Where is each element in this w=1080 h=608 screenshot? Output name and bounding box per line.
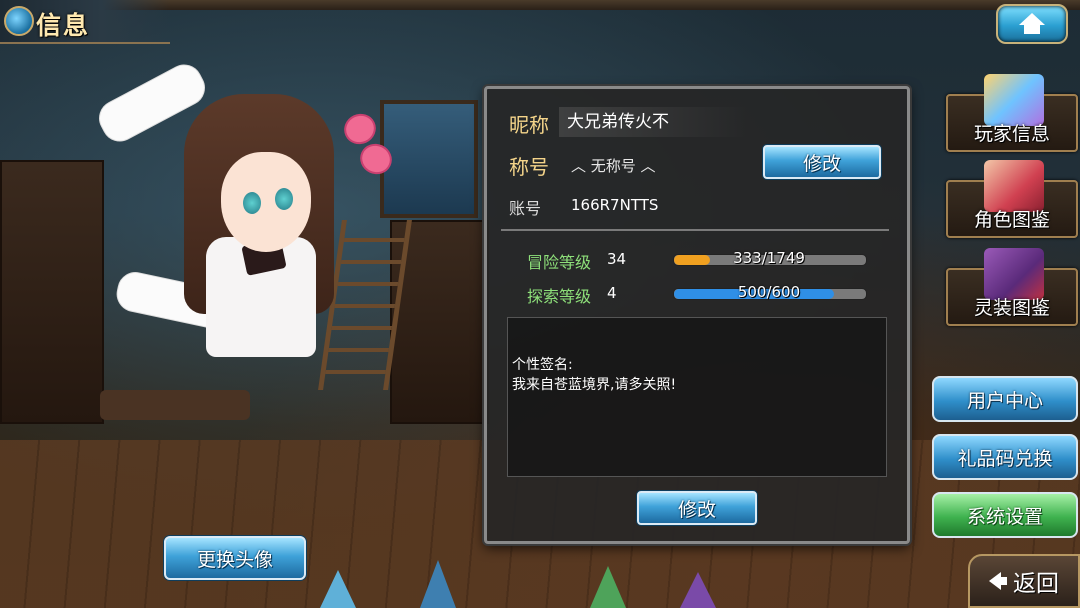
equipment-gallery-tab[interactable]: 灵装图鉴 — [946, 248, 1078, 326]
title-label: 称号 — [509, 155, 549, 179]
character-hair-bow — [344, 114, 394, 174]
character-face — [221, 152, 311, 252]
nickname-value: 大兄弟传火不 — [567, 112, 669, 132]
background-table — [100, 390, 250, 420]
gem-icon — [4, 6, 34, 36]
back-button[interactable]: 返回 — [968, 554, 1080, 608]
edit-title-button[interactable]: 修改 — [763, 145, 881, 179]
title-value: ︿ 无称号 ︿ — [571, 157, 656, 175]
character-gallery-label: 角色图鉴 — [973, 209, 1050, 231]
title-plate: 信息 — [0, 0, 170, 44]
account-value: 166R7NTTS — [571, 196, 659, 214]
adventure-level-label: 冒险等级 — [527, 253, 592, 272]
character-eye — [243, 192, 261, 214]
bookshelf-left — [0, 160, 104, 424]
explore-exp-text: 500/600 — [737, 283, 801, 301]
change-avatar-button[interactable]: 更换头像 — [164, 536, 306, 580]
adventure-exp-text: 333/1749 — [733, 249, 805, 267]
home-button[interactable] — [996, 4, 1068, 44]
character-gallery-tab[interactable]: 角色图鉴 — [946, 160, 1078, 238]
panel-divider — [501, 229, 889, 231]
nickname-field: 大兄弟传火不 — [559, 107, 747, 137]
nickname-label: 昵称 — [509, 113, 549, 137]
account-label: 账号 — [509, 199, 542, 218]
back-arrow-icon — [989, 572, 1007, 590]
back-label: 返回 — [1013, 571, 1059, 597]
player-info-panel: 昵称 大兄弟传火不 称号 ︿ 无称号 ︿ 修改 账号 166R7NTTS 冒险等… — [484, 86, 910, 544]
player-info-tab[interactable]: 玩家信息 — [946, 74, 1078, 152]
player-info-label: 玩家信息 — [973, 123, 1050, 145]
user-center-button[interactable]: 用户中心 — [932, 376, 1078, 422]
avatar-character — [92, 42, 334, 357]
background-window — [380, 100, 478, 218]
signature-text: 我来自苍蓝境界,请多关照! — [512, 377, 677, 393]
gift-code-button[interactable]: 礼品码兑换 — [932, 434, 1078, 480]
edit-signature-button[interactable]: 修改 — [637, 491, 757, 525]
explore-level-value: 4 — [607, 284, 617, 302]
character-eye — [275, 188, 293, 210]
crystal-decoration — [590, 566, 626, 608]
crystal-decoration — [420, 560, 456, 608]
crystal-decoration — [320, 570, 356, 608]
page-title: 信息 — [36, 11, 91, 40]
adventure-level-value: 34 — [607, 250, 627, 268]
signature-title: 个性签名: — [512, 357, 573, 373]
system-settings-button[interactable]: 系统设置 — [932, 492, 1078, 538]
home-icon — [1019, 13, 1045, 34]
explore-level-label: 探索等级 — [527, 287, 592, 306]
crystal-decoration — [680, 572, 716, 608]
equipment-gallery-label: 灵装图鉴 — [973, 297, 1050, 319]
signature-box: 个性签名: 我来自苍蓝境界,请多关照! — [507, 317, 887, 477]
